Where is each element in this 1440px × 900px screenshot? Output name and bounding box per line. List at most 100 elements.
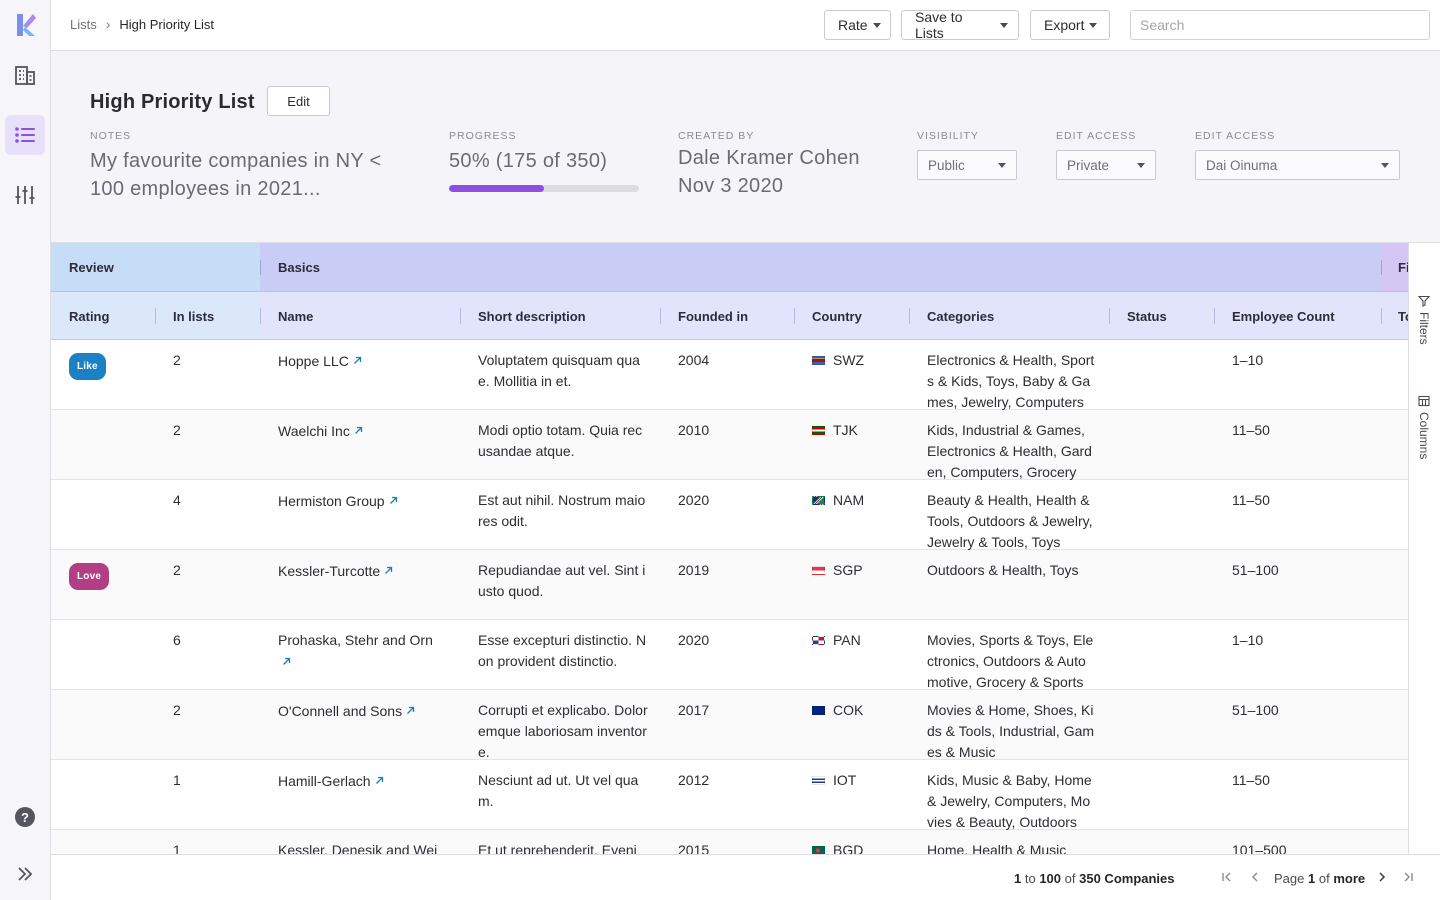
- rating-cell[interactable]: Like: [69, 350, 106, 380]
- range-start: 1: [1014, 871, 1022, 886]
- short-description-cell: Corrupti et explicabo. Doloremque labori…: [478, 702, 648, 760]
- breadcrumb-lists-link[interactable]: Lists: [70, 17, 97, 32]
- external-link-icon[interactable]: [375, 770, 384, 791]
- company-name-cell[interactable]: Hamill-Gerlach: [278, 770, 443, 792]
- external-link-icon[interactable]: [353, 350, 362, 371]
- table-row[interactable]: 6 Prohaska, Stehr and Orn Esse excepturi d…: [51, 620, 1408, 690]
- chevron-right-icon: ›: [105, 16, 111, 32]
- company-name-link[interactable]: Kessler-Turcotte: [278, 563, 380, 579]
- col-resize-handle[interactable]: [1381, 308, 1382, 324]
- rating-cell[interactable]: Love: [69, 560, 110, 590]
- short-description-cell: Nesciunt ad ut. Ut vel quam.: [478, 772, 639, 809]
- table-row[interactable]: 4 Hermiston Group Est aut nihil. Nostrum m…: [51, 480, 1408, 550]
- short-description-cell: Repudiandae aut vel. Sint iusto quod.: [478, 562, 646, 599]
- country-code: SGP: [833, 562, 863, 578]
- expand-sidebar-icon[interactable]: [5, 854, 45, 894]
- company-name-cell[interactable]: Hermiston Group: [278, 490, 443, 512]
- country-code: PAN: [833, 632, 861, 648]
- employee-count-cell: 101–500: [1232, 842, 1287, 854]
- company-name-link[interactable]: Kessler, Denesik and Wei: [278, 842, 437, 854]
- company-name-link[interactable]: Prohaska, Stehr and Orn: [278, 632, 433, 648]
- company-name-cell[interactable]: Hoppe LLC: [278, 350, 443, 372]
- group-divider: [260, 260, 261, 275]
- table-row[interactable]: Like 2 Hoppe LLC Voluptatem quisquam quae. …: [51, 340, 1408, 410]
- company-name-cell[interactable]: Waelchi Inc: [278, 420, 443, 442]
- col-resize-handle[interactable]: [909, 308, 910, 324]
- visibility-select[interactable]: Public: [917, 150, 1017, 180]
- filter-icon: [1418, 295, 1430, 307]
- col-founded-in[interactable]: Founded in: [678, 309, 748, 324]
- export-button[interactable]: Export: [1030, 10, 1110, 40]
- table-row[interactable]: 1 Kessler, Denesik and Wei Et ut reprehend…: [51, 830, 1408, 854]
- rating-badge[interactable]: Like: [69, 353, 106, 380]
- company-name-link[interactable]: Waelchi Inc: [278, 423, 350, 439]
- first-page-icon[interactable]: [1219, 869, 1235, 885]
- edit-access-select[interactable]: Private: [1056, 150, 1156, 180]
- external-link-icon[interactable]: [384, 560, 393, 581]
- rate-button[interactable]: Rate: [824, 10, 891, 40]
- col-short-description[interactable]: Short description: [478, 309, 586, 324]
- external-link-icon[interactable]: [389, 490, 398, 511]
- company-name-cell[interactable]: Kessler, Denesik and Wei: [278, 840, 443, 854]
- visibility-value: Public: [928, 157, 965, 173]
- col-resize-handle[interactable]: [660, 308, 661, 324]
- app-logo-icon[interactable]: [14, 12, 38, 38]
- caret-down-icon: [872, 23, 881, 28]
- country-code: NAM: [833, 492, 865, 508]
- edit-button[interactable]: Edit: [267, 86, 330, 116]
- col-resize-handle[interactable]: [260, 308, 261, 324]
- companies-nav-icon[interactable]: [5, 55, 45, 95]
- filters-tab[interactable]: Filters: [1417, 295, 1431, 345]
- categories-cell: Home, Health & Music: [927, 842, 1067, 854]
- table-row[interactable]: 1 Hamill-Gerlach Nesciunt ad ut. Ut vel qu…: [51, 760, 1408, 830]
- col-employee-count[interactable]: Employee Count: [1232, 309, 1335, 324]
- table-row[interactable]: 2 O'Connell and Sons Corrupti et explicabo…: [51, 690, 1408, 760]
- last-page-icon[interactable]: [1400, 869, 1416, 885]
- short-description-cell: Esse excepturi distinctio. Non provident…: [478, 632, 647, 669]
- country-flag-icon: [812, 706, 825, 715]
- col-resize-handle[interactable]: [794, 308, 795, 324]
- company-name-link[interactable]: O'Connell and Sons: [278, 703, 402, 719]
- col-categories[interactable]: Categories: [927, 309, 994, 324]
- save-to-lists-button[interactable]: Save to Lists: [901, 9, 1019, 41]
- external-link-icon[interactable]: [406, 700, 415, 721]
- col-resize-handle[interactable]: [1214, 308, 1215, 324]
- company-name-cell[interactable]: Prohaska, Stehr and Orn: [278, 630, 443, 673]
- help-icon[interactable]: ?: [5, 797, 45, 837]
- categories-cell: Kids, Industrial & Games, Electronics & …: [927, 422, 1092, 480]
- rating-badge[interactable]: Love: [69, 563, 110, 590]
- next-page-icon[interactable]: [1374, 869, 1390, 885]
- col-rating[interactable]: Rating: [69, 309, 109, 324]
- lists-nav-icon[interactable]: [5, 115, 45, 155]
- external-link-icon[interactable]: [282, 651, 291, 672]
- column-group-header: Review Basics Fi: [51, 243, 1408, 292]
- columns-tab[interactable]: Columns: [1417, 395, 1431, 459]
- company-name-cell[interactable]: O'Connell and Sons: [278, 700, 443, 722]
- in-lists-cell: 1: [173, 772, 181, 788]
- col-in-lists[interactable]: In lists: [173, 309, 214, 324]
- country-flag-icon: [812, 496, 825, 505]
- sliders-nav-icon[interactable]: [5, 175, 45, 215]
- previous-page-icon[interactable]: [1247, 869, 1263, 885]
- table-row[interactable]: Love 2 Kessler-Turcotte Repudiandae aut vel…: [51, 550, 1408, 620]
- external-link-icon[interactable]: [354, 420, 363, 441]
- company-name-link[interactable]: Hamill-Gerlach: [278, 773, 371, 789]
- table-row[interactable]: 2 Waelchi Inc Modi optio totam. Quia recus…: [51, 410, 1408, 480]
- col-resize-handle[interactable]: [1109, 308, 1110, 324]
- country-cell: SGP: [812, 560, 863, 581]
- filters-tab-label: Filters: [1417, 312, 1431, 345]
- col-status[interactable]: Status: [1127, 309, 1167, 324]
- categories-cell: Beauty & Health, Health & Tools, Outdoor…: [927, 492, 1093, 550]
- col-next[interactable]: To: [1398, 309, 1408, 324]
- search-input[interactable]: [1130, 10, 1430, 40]
- categories-cell: Kids, Music & Baby, Home & Jewelry, Comp…: [927, 772, 1092, 830]
- col-resize-handle[interactable]: [460, 308, 461, 324]
- page-title: High Priority List: [90, 91, 255, 113]
- col-resize-handle[interactable]: [155, 308, 156, 324]
- col-name[interactable]: Name: [278, 309, 313, 324]
- company-name-link[interactable]: Hermiston Group: [278, 493, 385, 509]
- company-name-link[interactable]: Hoppe LLC: [278, 353, 349, 369]
- company-name-cell[interactable]: Kessler-Turcotte: [278, 560, 443, 582]
- edit-access-user-select[interactable]: Dai Oinuma: [1195, 150, 1400, 180]
- col-country[interactable]: Country: [812, 309, 862, 324]
